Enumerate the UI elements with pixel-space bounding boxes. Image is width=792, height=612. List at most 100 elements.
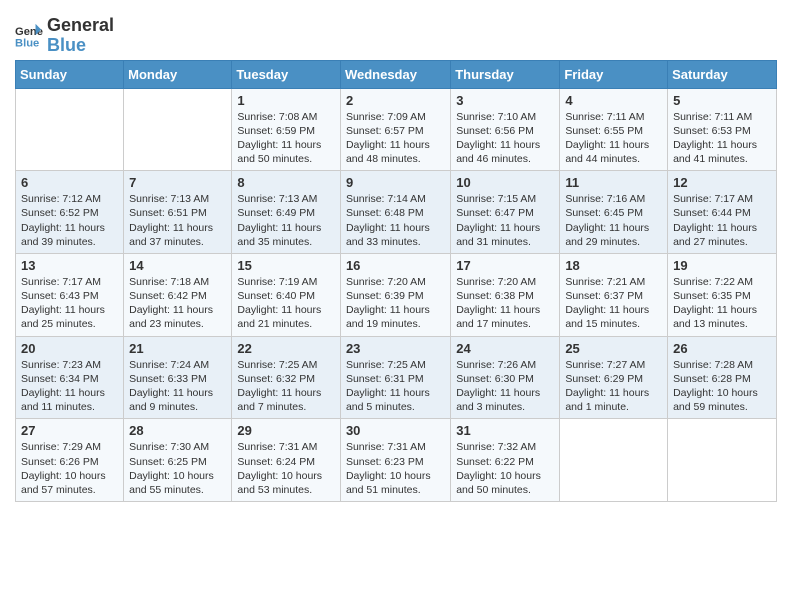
day-number: 1 xyxy=(237,93,335,108)
day-info: Sunrise: 7:31 AM Sunset: 6:24 PM Dayligh… xyxy=(237,440,335,497)
calendar-cell: 5Sunrise: 7:11 AM Sunset: 6:53 PM Daylig… xyxy=(668,88,777,171)
week-row-5: 27Sunrise: 7:29 AM Sunset: 6:26 PM Dayli… xyxy=(16,419,777,502)
logo-text: GeneralBlue xyxy=(47,16,114,56)
calendar-cell xyxy=(124,88,232,171)
calendar-cell: 18 Sunrise: 7:21 AM Sunset: 6:37 PM Dayli… xyxy=(560,253,668,336)
day-info: Sunrise: 7:23 AM Sunset: 6:34 PM Dayligh… xyxy=(21,358,118,415)
calendar-cell: 27Sunrise: 7:29 AM Sunset: 6:26 PM Dayli… xyxy=(16,419,124,502)
day-number: 11 xyxy=(565,175,662,190)
day-number: 24 xyxy=(456,341,554,356)
day-number: 25 xyxy=(565,341,662,356)
day-info: Sunrise: 7:30 AM Sunset: 6:25 PM Dayligh… xyxy=(129,440,226,497)
calendar-header: SundayMondayTuesdayWednesdayThursdayFrid… xyxy=(16,60,777,88)
calendar-cell: 10 Sunrise: 7:15 AM Sunset: 6:47 PM Dayli… xyxy=(451,171,560,254)
day-info: Sunrise: 7:20 AM Sunset: 6:39 PM Dayligh… xyxy=(346,275,445,332)
calendar-cell: 7 Sunrise: 7:13 AM Sunset: 6:51 PM Daylig… xyxy=(124,171,232,254)
day-number: 8 xyxy=(237,175,335,190)
logo-icon: General Blue xyxy=(15,22,43,50)
day-number: 17 xyxy=(456,258,554,273)
calendar-cell: 14Sunrise: 7:18 AM Sunset: 6:42 PM Dayli… xyxy=(124,253,232,336)
day-info: Sunrise: 7:12 AM Sunset: 6:52 PM Dayligh… xyxy=(21,192,118,249)
day-number: 15 xyxy=(237,258,335,273)
calendar-cell: 22 Sunrise: 7:25 AM Sunset: 6:32 PM Dayli… xyxy=(232,336,341,419)
calendar-cell: 26 Sunrise: 7:28 AM Sunset: 6:28 PM Dayli… xyxy=(668,336,777,419)
calendar-cell: 16Sunrise: 7:20 AM Sunset: 6:39 PM Dayli… xyxy=(340,253,450,336)
day-number: 31 xyxy=(456,423,554,438)
calendar-table: SundayMondayTuesdayWednesdayThursdayFrid… xyxy=(15,60,777,502)
day-header-wednesday: Wednesday xyxy=(340,60,450,88)
day-info: Sunrise: 7:15 AM Sunset: 6:47 PM Dayligh… xyxy=(456,192,554,249)
logo: General Blue GeneralBlue xyxy=(15,16,114,56)
calendar-cell: 2 Sunrise: 7:09 AM Sunset: 6:57 PM Daylig… xyxy=(340,88,450,171)
day-info: Sunrise: 7:29 AM Sunset: 6:26 PM Dayligh… xyxy=(21,440,118,497)
day-info: Sunrise: 7:16 AM Sunset: 6:45 PM Dayligh… xyxy=(565,192,662,249)
week-row-4: 20Sunrise: 7:23 AM Sunset: 6:34 PM Dayli… xyxy=(16,336,777,419)
day-info: Sunrise: 7:17 AM Sunset: 6:43 PM Dayligh… xyxy=(21,275,118,332)
day-number: 29 xyxy=(237,423,335,438)
day-number: 21 xyxy=(129,341,226,356)
calendar-cell: 13 Sunrise: 7:17 AM Sunset: 6:43 PM Dayli… xyxy=(16,253,124,336)
day-info: Sunrise: 7:11 AM Sunset: 6:53 PM Dayligh… xyxy=(673,110,771,167)
calendar-cell: 20Sunrise: 7:23 AM Sunset: 6:34 PM Dayli… xyxy=(16,336,124,419)
day-info: Sunrise: 7:32 AM Sunset: 6:22 PM Dayligh… xyxy=(456,440,554,497)
calendar-cell xyxy=(16,88,124,171)
week-row-1: 1Sunrise: 7:08 AM Sunset: 6:59 PM Daylig… xyxy=(16,88,777,171)
day-info: Sunrise: 7:28 AM Sunset: 6:28 PM Dayligh… xyxy=(673,358,771,415)
day-info: Sunrise: 7:19 AM Sunset: 6:40 PM Dayligh… xyxy=(237,275,335,332)
header-row: SundayMondayTuesdayWednesdayThursdayFrid… xyxy=(16,60,777,88)
day-info: Sunrise: 7:18 AM Sunset: 6:42 PM Dayligh… xyxy=(129,275,226,332)
day-header-monday: Monday xyxy=(124,60,232,88)
day-number: 12 xyxy=(673,175,771,190)
day-info: Sunrise: 7:21 AM Sunset: 6:37 PM Dayligh… xyxy=(565,275,662,332)
calendar-cell: 21Sunrise: 7:24 AM Sunset: 6:33 PM Dayli… xyxy=(124,336,232,419)
week-row-2: 6 Sunrise: 7:12 AM Sunset: 6:52 PM Daylig… xyxy=(16,171,777,254)
calendar-cell: 23 Sunrise: 7:25 AM Sunset: 6:31 PM Dayli… xyxy=(340,336,450,419)
day-number: 22 xyxy=(237,341,335,356)
day-number: 18 xyxy=(565,258,662,273)
day-header-sunday: Sunday xyxy=(16,60,124,88)
calendar-cell: 17 Sunrise: 7:20 AM Sunset: 6:38 PM Dayli… xyxy=(451,253,560,336)
day-number: 19 xyxy=(673,258,771,273)
day-info: Sunrise: 7:26 AM Sunset: 6:30 PM Dayligh… xyxy=(456,358,554,415)
day-info: Sunrise: 7:22 AM Sunset: 6:35 PM Dayligh… xyxy=(673,275,771,332)
day-number: 7 xyxy=(129,175,226,190)
day-number: 4 xyxy=(565,93,662,108)
day-header-friday: Friday xyxy=(560,60,668,88)
calendar-cell: 4 Sunrise: 7:11 AM Sunset: 6:55 PM Daylig… xyxy=(560,88,668,171)
day-header-saturday: Saturday xyxy=(668,60,777,88)
calendar-cell: 30 Sunrise: 7:31 AM Sunset: 6:23 PM Dayli… xyxy=(340,419,450,502)
calendar-cell xyxy=(668,419,777,502)
svg-text:Blue: Blue xyxy=(15,37,39,49)
calendar-cell: 28 Sunrise: 7:30 AM Sunset: 6:25 PM Dayli… xyxy=(124,419,232,502)
calendar-cell: 15 Sunrise: 7:19 AM Sunset: 6:40 PM Dayli… xyxy=(232,253,341,336)
calendar-cell: 31 Sunrise: 7:32 AM Sunset: 6:22 PM Dayli… xyxy=(451,419,560,502)
calendar-cell: 19 Sunrise: 7:22 AM Sunset: 6:35 PM Dayli… xyxy=(668,253,777,336)
day-info: Sunrise: 7:25 AM Sunset: 6:32 PM Dayligh… xyxy=(237,358,335,415)
calendar-cell: 9Sunrise: 7:14 AM Sunset: 6:48 PM Daylig… xyxy=(340,171,450,254)
day-number: 6 xyxy=(21,175,118,190)
header: General Blue GeneralBlue xyxy=(15,10,777,56)
day-info: Sunrise: 7:31 AM Sunset: 6:23 PM Dayligh… xyxy=(346,440,445,497)
day-number: 2 xyxy=(346,93,445,108)
day-number: 30 xyxy=(346,423,445,438)
day-number: 26 xyxy=(673,341,771,356)
week-row-3: 13 Sunrise: 7:17 AM Sunset: 6:43 PM Dayli… xyxy=(16,253,777,336)
day-info: Sunrise: 7:13 AM Sunset: 6:49 PM Dayligh… xyxy=(237,192,335,249)
day-info: Sunrise: 7:09 AM Sunset: 6:57 PM Dayligh… xyxy=(346,110,445,167)
day-info: Sunrise: 7:25 AM Sunset: 6:31 PM Dayligh… xyxy=(346,358,445,415)
day-number: 9 xyxy=(346,175,445,190)
day-number: 3 xyxy=(456,93,554,108)
day-number: 28 xyxy=(129,423,226,438)
day-info: Sunrise: 7:11 AM Sunset: 6:55 PM Dayligh… xyxy=(565,110,662,167)
day-info: Sunrise: 7:13 AM Sunset: 6:51 PM Dayligh… xyxy=(129,192,226,249)
calendar-cell: 24 Sunrise: 7:26 AM Sunset: 6:30 PM Dayli… xyxy=(451,336,560,419)
day-header-tuesday: Tuesday xyxy=(232,60,341,88)
day-info: Sunrise: 7:17 AM Sunset: 6:44 PM Dayligh… xyxy=(673,192,771,249)
day-number: 13 xyxy=(21,258,118,273)
calendar-cell: 8 Sunrise: 7:13 AM Sunset: 6:49 PM Daylig… xyxy=(232,171,341,254)
day-info: Sunrise: 7:10 AM Sunset: 6:56 PM Dayligh… xyxy=(456,110,554,167)
calendar-cell: 3 Sunrise: 7:10 AM Sunset: 6:56 PM Daylig… xyxy=(451,88,560,171)
day-info: Sunrise: 7:20 AM Sunset: 6:38 PM Dayligh… xyxy=(456,275,554,332)
day-number: 10 xyxy=(456,175,554,190)
day-number: 23 xyxy=(346,341,445,356)
